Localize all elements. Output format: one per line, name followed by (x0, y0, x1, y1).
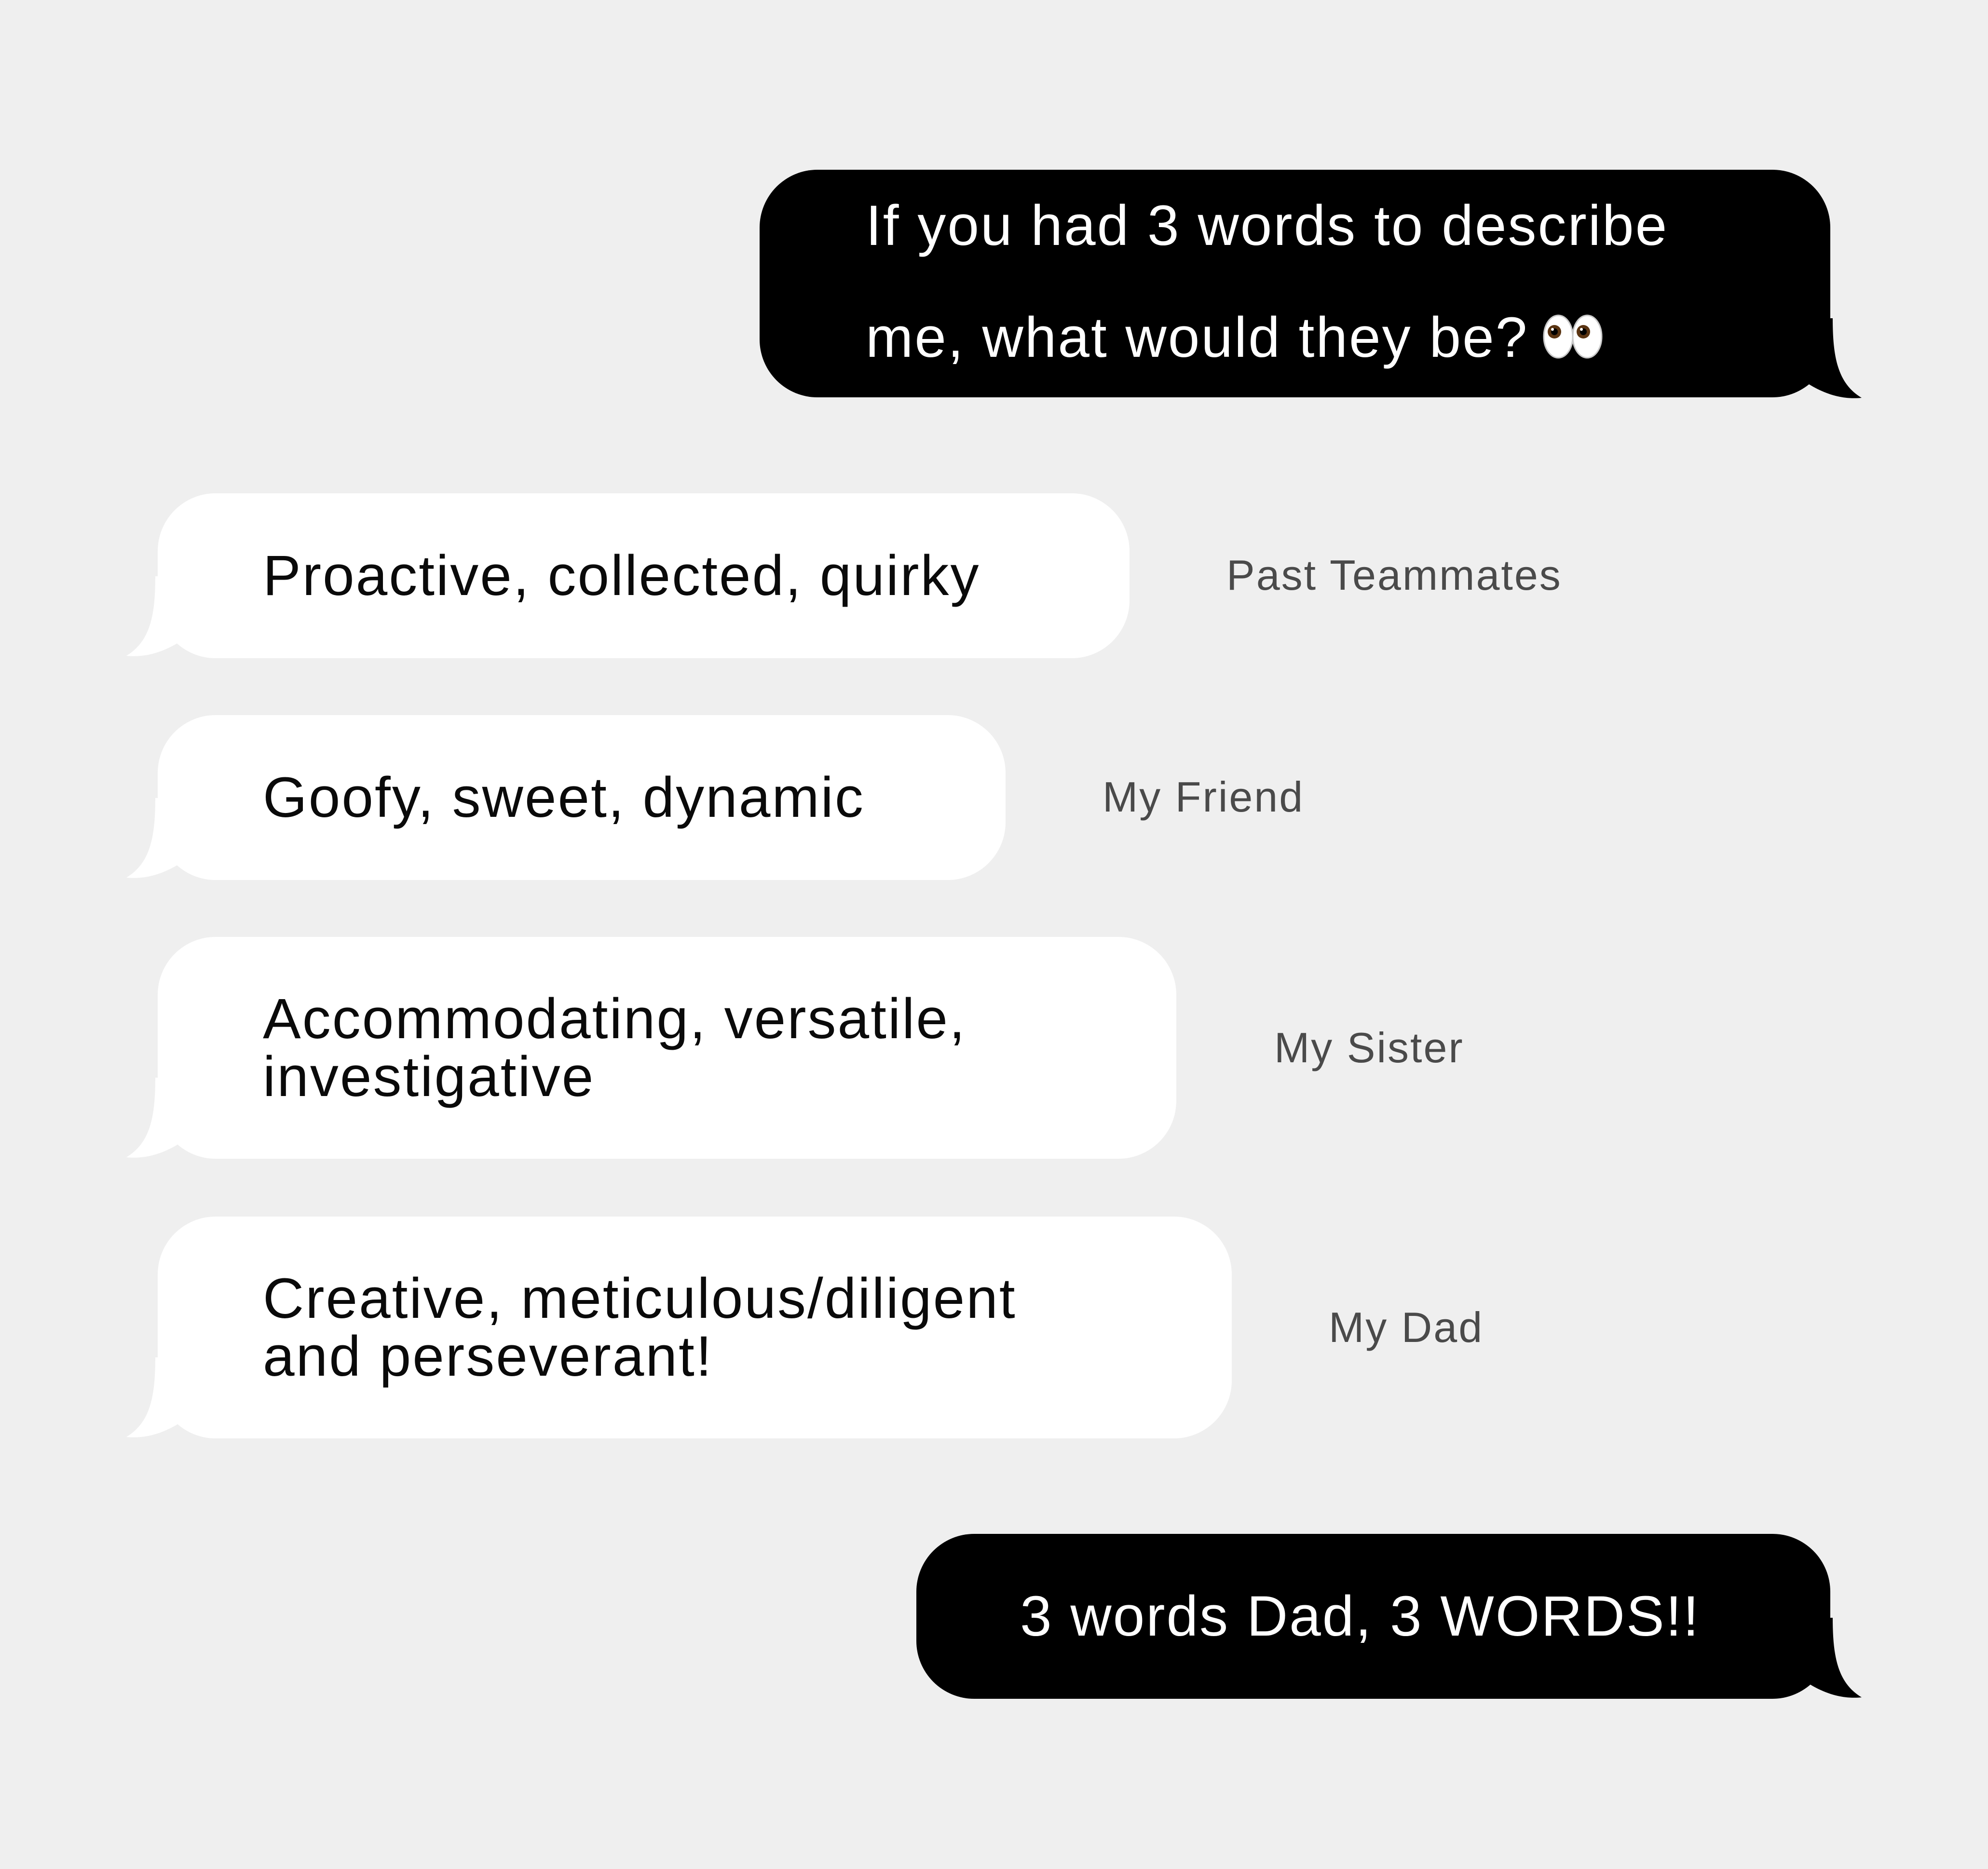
message-bubble-question[interactable]: If you had 3 words to describe me, what … (760, 170, 1830, 397)
message-bubble-reply-4[interactable]: Creative, meticulous/diligent and persev… (158, 1217, 1232, 1438)
sender-label-my-sister: My Sister (1274, 1024, 1464, 1071)
message-text: Accommodating, versatile, investigative (263, 987, 967, 1109)
message-bubble-reply-1[interactable]: Proactive, collected, quirky (158, 493, 1130, 658)
message-text: Goofy, sweet, dynamic (263, 766, 865, 829)
sender-label-past-teammates: Past Teammates (1226, 551, 1562, 599)
message-text: 3 words Dad, 3 WORDS!! (1020, 1585, 1701, 1648)
message-text: Proactive, collected, quirky (263, 544, 980, 608)
message-bubble-reply-2[interactable]: Goofy, sweet, dynamic (158, 715, 1006, 880)
eyes-emoji (1541, 255, 1604, 370)
sender-label-my-friend: My Friend (1103, 773, 1305, 821)
message-bubble-followup[interactable]: 3 words Dad, 3 WORDS!! (916, 1534, 1830, 1699)
message-text: Creative, meticulous/diligent and persev… (263, 1267, 1017, 1388)
sender-label-my-dad: My Dad (1329, 1303, 1484, 1351)
message-text: If you had 3 words to describe me, what … (866, 194, 1669, 370)
message-thread: If you had 3 words to describe me, what … (0, 0, 1988, 1869)
message-bubble-reply-3[interactable]: Accommodating, versatile, investigative (158, 937, 1176, 1159)
